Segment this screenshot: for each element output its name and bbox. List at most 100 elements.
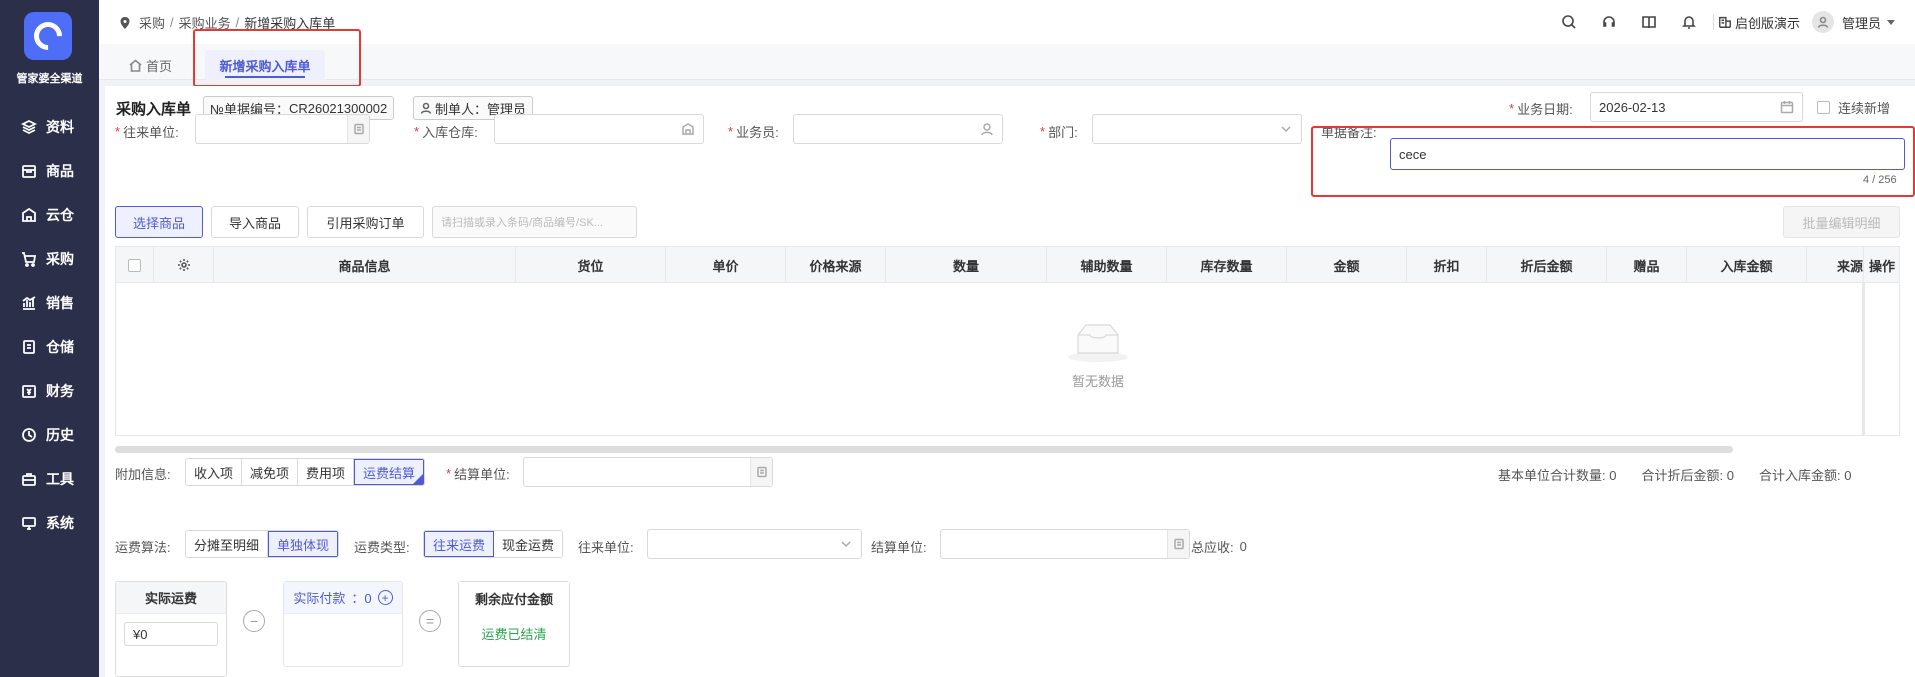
sidebar-item-label: 资料: [46, 119, 74, 135]
user-name[interactable]: 管理员: [1842, 13, 1881, 32]
col-source[interactable]: 来源: [1807, 247, 1863, 283]
algo-allocate-option[interactable]: 分摊至明细: [186, 531, 269, 557]
table-horizontal-scrollbar[interactable]: [115, 446, 1733, 453]
chevron-down-icon: [1279, 122, 1293, 136]
col-inbound-amount[interactable]: 入库金额: [1687, 247, 1807, 283]
select-goods-button[interactable]: 选择商品: [115, 206, 203, 238]
sidebar-item-shangpin[interactable]: 商品: [0, 149, 99, 193]
receivable-label: 总应收:: [1191, 540, 1234, 555]
salesman-input[interactable]: [793, 114, 1003, 144]
type-partner-option[interactable]: 往来运费: [424, 531, 495, 557]
remaining-payable-card: 剩余应付金额 运费已结清: [458, 581, 570, 667]
company-switcher[interactable]: 启创版演示: [1718, 13, 1800, 32]
col-discount-amount[interactable]: 折后金额: [1487, 247, 1607, 283]
page-title: 采购入库单: [116, 101, 192, 118]
tab-freight-settlement[interactable]: 运费结算: [354, 459, 425, 485]
headset-icon[interactable]: [1589, 10, 1629, 34]
empty-state: 暂无数据: [1066, 319, 1130, 390]
col-unit-price[interactable]: 单价: [666, 247, 786, 283]
column-settings[interactable]: [154, 247, 214, 283]
sidebar-item-caiwu[interactable]: 财务: [0, 369, 99, 413]
type-cash-option[interactable]: 现金运费: [494, 531, 563, 557]
sidebar-item-xitong[interactable]: 系统: [0, 501, 99, 545]
date-label: * 业务日期:: [1509, 100, 1573, 117]
remaining-title: 剩余应付金额: [459, 582, 569, 614]
sales-chart-icon: [20, 294, 38, 312]
col-quantity[interactable]: 数量: [886, 247, 1047, 283]
sidebar-item-yuncang[interactable]: 云仓: [0, 193, 99, 237]
in-amount-label: 合计入库金额:: [1758, 468, 1841, 483]
tab-new-purchase-inbound[interactable]: 新增采购入库单: [205, 50, 325, 80]
sidebar-item-label: 系统: [46, 515, 74, 531]
monitor-icon: [20, 514, 38, 532]
brand-name: 管家婆全渠道: [16, 73, 83, 85]
home-icon: [129, 58, 142, 72]
box-icon: [20, 162, 38, 180]
ref-purchase-order-button[interactable]: 引用采购订单: [307, 206, 424, 238]
sidebar-item-ziliao[interactable]: 资料: [0, 105, 99, 149]
breadcrumb-item[interactable]: 采购: [139, 13, 165, 32]
sidebar-item-xiaoshou[interactable]: 销售: [0, 281, 99, 325]
calendar-icon: [1780, 100, 1794, 114]
tab-home[interactable]: 首页: [129, 50, 172, 80]
col-stock-quantity[interactable]: 库存数量: [1167, 247, 1287, 283]
col-goods-info[interactable]: 商品信息: [214, 247, 516, 283]
sidebar-item-caigou[interactable]: 采购: [0, 237, 99, 281]
col-amount[interactable]: 金额: [1287, 247, 1407, 283]
sidebar-item-cangchu[interactable]: 仓储: [0, 325, 99, 369]
freight-settle-label: 结算单位:: [871, 540, 927, 555]
business-date-picker[interactable]: 2026-02-13: [1590, 92, 1803, 122]
batch-edit-button[interactable]: 批量编辑明细: [1783, 206, 1900, 238]
select-list-icon[interactable]: [347, 115, 369, 143]
total-receivable: 总应收: 0: [1191, 537, 1247, 556]
add-payment-icon[interactable]: +: [377, 590, 393, 605]
continue-add-checkbox[interactable]: 连续新增: [1817, 96, 1890, 118]
select-list-icon[interactable]: [1167, 530, 1189, 558]
warehouse-input[interactable]: [494, 114, 704, 144]
actual-payment-card: 实际付款 ：0 +: [283, 581, 403, 667]
avatar[interactable]: [1811, 11, 1834, 33]
actual-payment-value: ：0: [351, 591, 372, 606]
equals-icon: =: [419, 610, 441, 632]
receivable-value: 0: [1239, 539, 1247, 554]
col-location[interactable]: 货位: [516, 247, 666, 283]
col-aux-quantity[interactable]: 辅助数量: [1047, 247, 1167, 283]
select-list-icon[interactable]: [750, 458, 772, 486]
settle-unit-label: * 结算单位:: [446, 466, 510, 482]
date-value: 2026-02-13: [1599, 99, 1666, 115]
partner-input[interactable]: [195, 114, 370, 144]
import-goods-button[interactable]: 导入商品: [211, 206, 299, 238]
sidebar-item-lishi[interactable]: 历史: [0, 413, 99, 457]
tab-reduction[interactable]: 减免项: [242, 459, 299, 485]
search-icon[interactable]: [1549, 10, 1589, 34]
col-discount[interactable]: 折扣: [1407, 247, 1487, 283]
sidebar-item-label: 财务: [46, 383, 74, 399]
clock-icon: [20, 426, 38, 444]
book-icon[interactable]: [1629, 10, 1669, 34]
checkbox[interactable]: [1817, 100, 1830, 114]
freight-partner-select[interactable]: [647, 529, 862, 559]
freight-type-label: 运费类型:: [354, 540, 410, 555]
sidebar-item-label: 历史: [46, 427, 74, 443]
barcode-scan-input[interactable]: 请扫描或录入条码/商品编号/SK...: [432, 206, 637, 238]
base-qty-value: 0: [1609, 468, 1617, 483]
col-price-source[interactable]: 价格来源: [786, 247, 886, 283]
base-qty-label: 基本单位合计数量:: [1498, 468, 1606, 483]
col-gift[interactable]: 赠品: [1607, 247, 1687, 283]
tab-expense[interactable]: 费用项: [298, 459, 355, 485]
app-logo[interactable]: [24, 12, 72, 60]
settle-unit-input[interactable]: [523, 457, 773, 487]
freight-settle-input[interactable]: [940, 529, 1190, 559]
breadcrumb-item[interactable]: 采购业务: [179, 13, 231, 32]
chevron-down-icon[interactable]: [1887, 19, 1895, 25]
sidebar-item-gongju[interactable]: 工具: [0, 457, 99, 501]
algo-separate-option[interactable]: 单独体现: [268, 531, 339, 557]
remark-input[interactable]: cece: [1390, 138, 1905, 170]
bell-icon[interactable]: [1669, 10, 1709, 34]
actual-freight-input[interactable]: ¥0: [124, 622, 218, 646]
dept-select[interactable]: [1092, 114, 1302, 144]
tab-income[interactable]: 收入项: [186, 459, 243, 485]
breadcrumb-current: 新增采购入库单: [244, 16, 336, 31]
remark-label: 单据备注:: [1321, 124, 1377, 140]
select-all-checkbox[interactable]: [116, 247, 154, 283]
